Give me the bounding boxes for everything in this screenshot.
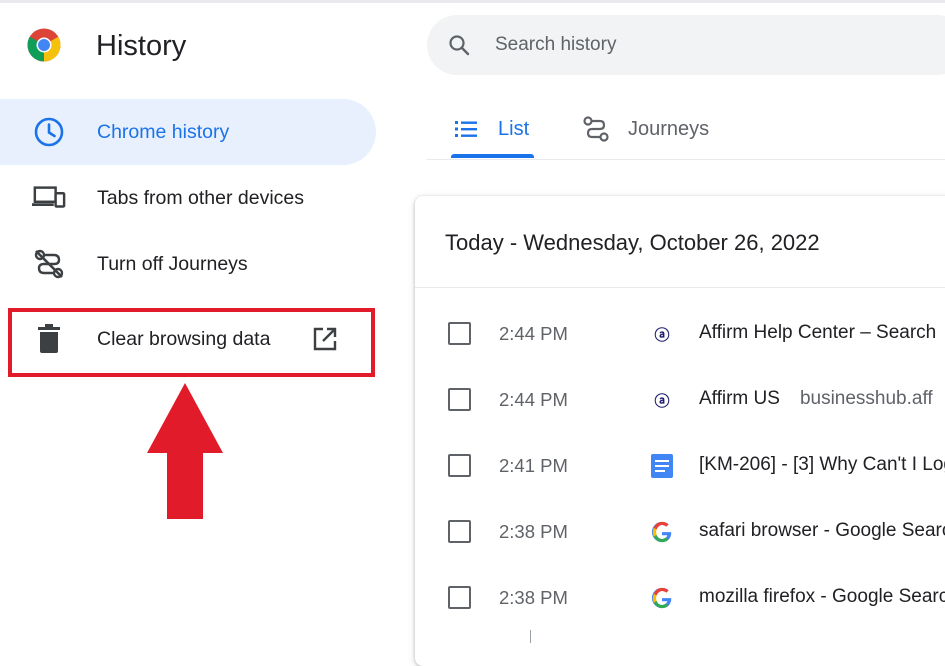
clock-icon [32,115,66,149]
affirm-favicon-icon: ⓐ [654,391,670,410]
google-favicon-icon [650,586,674,610]
row-time: 2:38 PM [499,521,568,542]
history-row[interactable]: 2:44 PM ⓐ Affirm US businesshub.aff [415,366,945,432]
row-title: Affirm Help Center – Search [699,322,937,343]
row-title: safari browser - Google Searc [699,520,945,541]
google-favicon-icon [650,520,674,544]
scroll-indicator [530,630,531,643]
tab-label: List [498,117,530,140]
row-checkbox[interactable] [448,586,471,609]
row-time: 2:44 PM [499,323,568,344]
chrome-logo-icon [27,28,61,62]
row-title-link[interactable]: Affirm Help Center – Search [699,322,936,344]
history-row[interactable]: 2:44 PM ⓐ Affirm Help Center – Search [415,300,945,366]
row-time: 2:44 PM [499,389,568,410]
sidebar-item-chrome-history[interactable]: Chrome history [0,99,376,165]
sidebar-item-turn-off-journeys[interactable]: Turn off Journeys [0,231,376,297]
search-icon[interactable] [447,33,471,57]
search-input[interactable] [495,29,935,61]
row-checkbox[interactable] [448,388,471,411]
google-docs-favicon-icon [650,454,674,478]
sidebar-item-label: Tabs from other devices [97,186,305,209]
history-row[interactable]: 2:38 PM safari browser - Google Searc [415,498,945,564]
date-heading: Today - Wednesday, October 26, 2022 [445,230,820,255]
card-divider [415,287,945,288]
row-title: [KM-206] - [3] Why Can't I Log [699,454,945,475]
tab-list[interactable]: List [452,100,529,158]
row-title-link[interactable]: safari browser - Google Searc [699,520,945,542]
row-time: 2:38 PM [499,587,568,608]
journeys-icon [583,116,609,142]
search-bar[interactable] [427,15,945,75]
row-time: 2:41 PM [499,455,568,476]
journeys-off-icon [32,247,66,281]
devices-icon [32,181,66,215]
row-title-link[interactable]: Affirm US businesshub.aff [699,388,933,410]
sidebar-item-label: Turn off Journeys [97,252,248,275]
tab-label: Journeys [628,117,710,140]
row-checkbox[interactable] [448,520,471,543]
row-domain: businesshub.aff [799,388,933,409]
annotation-up-arrow-icon [147,383,223,519]
tab-selected-indicator [451,154,534,158]
sidebar-item-label: Chrome history [97,120,230,143]
list-icon [455,121,477,137]
history-row[interactable]: 2:41 PM [KM-206] - [3] Why Can't I Log [415,432,945,498]
top-border [0,0,945,3]
affirm-favicon-icon: ⓐ [654,325,670,344]
sidebar-item-tabs-other-devices[interactable]: Tabs from other devices [0,165,376,231]
history-row[interactable]: 2:38 PM mozilla firefox - Google Searc [415,564,945,630]
row-title-link[interactable]: [KM-206] - [3] Why Can't I Log [699,454,945,476]
tab-journeys[interactable]: Journeys [582,100,709,158]
row-title: Affirm US [699,388,780,409]
row-checkbox[interactable] [448,322,471,345]
row-title: mozilla firefox - Google Searc [699,586,945,607]
history-card: Today - Wednesday, October 26, 2022 2:44… [415,196,945,666]
tab-divider [427,159,945,160]
row-title-link[interactable]: mozilla firefox - Google Searc [699,586,945,608]
annotation-highlight-box [8,308,375,377]
page-title: History [96,30,187,62]
row-checkbox[interactable] [448,454,471,477]
